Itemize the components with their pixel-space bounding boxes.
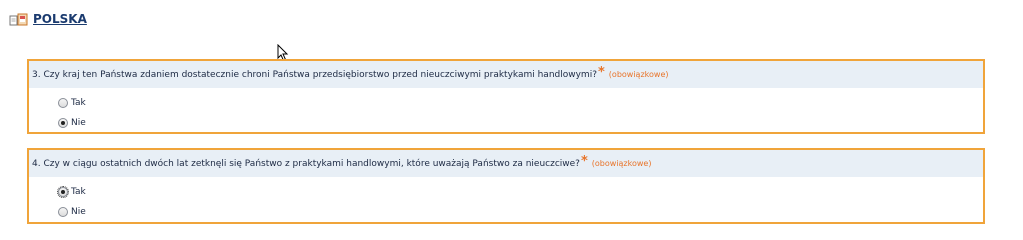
- country-header: POLSKA: [9, 12, 87, 26]
- question-text: 3. Czy kraj ten Państwa zdaniem dostatec…: [32, 69, 597, 80]
- mandatory-label: (obowiązkowe): [591, 159, 652, 168]
- option-tak[interactable]: Tak: [58, 93, 983, 113]
- required-mark: *: [580, 154, 588, 169]
- question-title-bar: 4. Czy w ciągu ostatnich dwóch lat zetkn…: [29, 150, 983, 177]
- question-4: 4. Czy w ciągu ostatnich dwóch lat zetkn…: [27, 148, 985, 224]
- answer-options: Tak Nie: [29, 177, 983, 222]
- option-label[interactable]: Tak: [71, 98, 86, 108]
- option-label[interactable]: Tak: [71, 187, 86, 197]
- option-nie[interactable]: Nie: [58, 202, 983, 222]
- option-label[interactable]: Nie: [71, 207, 86, 217]
- answer-options: Tak Nie: [29, 88, 983, 133]
- question-text: 4. Czy w ciągu ostatnich dwóch lat zetkn…: [32, 158, 580, 169]
- radio-button[interactable]: [58, 207, 68, 217]
- radio-button-selected[interactable]: [57, 186, 69, 198]
- radio-button[interactable]: [58, 98, 68, 108]
- question-3: 3. Czy kraj ten Państwa zdaniem dostatec…: [27, 59, 985, 134]
- question-title-bar: 3. Czy kraj ten Państwa zdaniem dostatec…: [29, 61, 983, 88]
- survey-page: POLSKA 3. Czy kraj ten Państwa zdaniem d…: [0, 0, 1023, 240]
- option-label[interactable]: Nie: [71, 118, 86, 128]
- required-mark: *: [597, 65, 605, 80]
- option-tak[interactable]: Tak: [57, 182, 983, 202]
- country-link[interactable]: POLSKA: [33, 12, 87, 26]
- document-flag-icon: [9, 12, 31, 26]
- radio-button-selected[interactable]: [58, 118, 68, 128]
- option-nie[interactable]: Nie: [58, 113, 983, 133]
- mandatory-label: (obowiązkowe): [608, 70, 669, 79]
